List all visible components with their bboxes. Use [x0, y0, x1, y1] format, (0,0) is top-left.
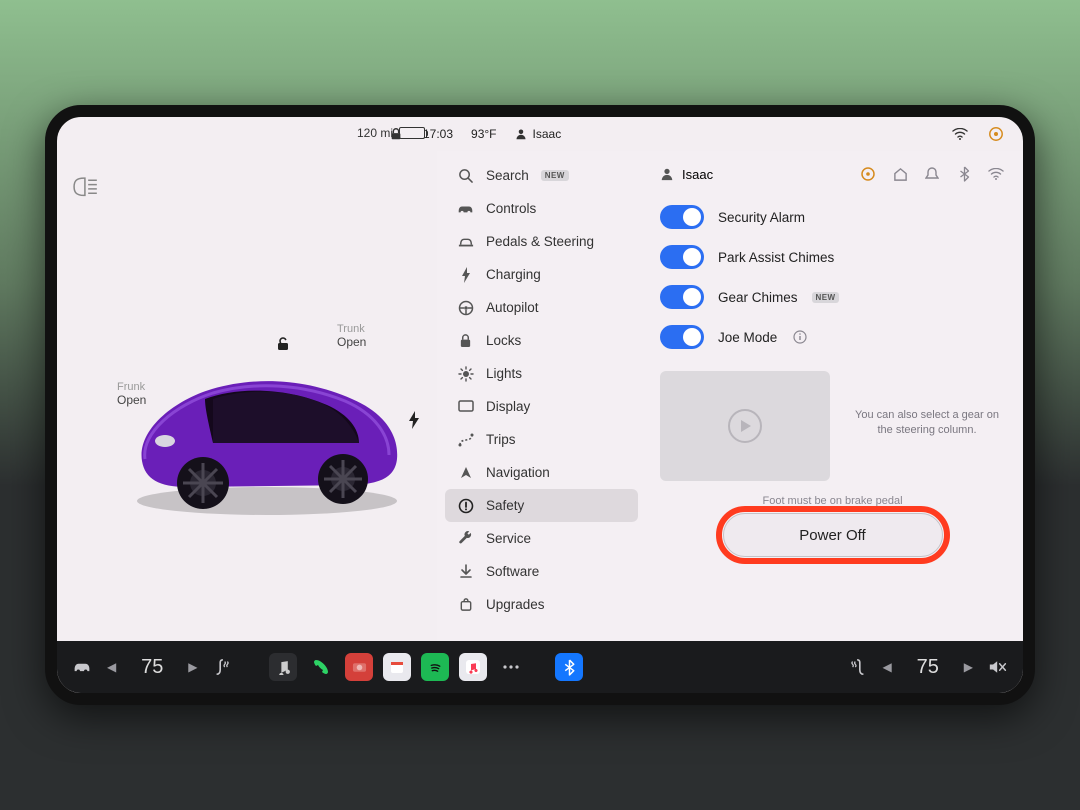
menu-search[interactable]: Search NEW	[445, 159, 638, 192]
toggle-switch[interactable]	[660, 285, 704, 309]
seat-heat-left-icon[interactable]	[213, 658, 231, 676]
menu-pedals[interactable]: Pedals & Steering	[445, 225, 638, 258]
new-badge: NEW	[812, 292, 840, 303]
touchscreen: 120 mi 17:03 93°F Isaac Frunk Open	[45, 105, 1035, 705]
user-chip[interactable]: Isaac	[515, 127, 562, 141]
wrench-icon	[457, 530, 474, 547]
battery-icon	[399, 127, 425, 139]
profile-chip[interactable]: Isaac	[660, 167, 713, 182]
temp-down-left[interactable]: ◀	[101, 660, 122, 674]
temp-down-right[interactable]: ◀	[877, 660, 898, 674]
car-icon	[457, 200, 474, 217]
app-bluetooth[interactable]	[555, 653, 583, 681]
safety-detail: Isaac Security Alarm Park Assist Chimes	[642, 151, 1023, 641]
sentry-icon[interactable]	[987, 125, 1005, 143]
wifi-mini-icon[interactable]	[987, 165, 1005, 183]
steering-icon	[457, 233, 474, 250]
menu-lights[interactable]: Lights	[445, 357, 638, 390]
temp-left[interactable]: 75	[132, 656, 172, 679]
dock-car-icon[interactable]	[73, 658, 91, 676]
status-bar: 17:03 93°F Isaac	[57, 117, 1023, 151]
display-icon	[457, 398, 474, 415]
toggle-joe-mode[interactable]: Joe Mode	[660, 325, 1005, 349]
nav-icon	[457, 464, 474, 481]
trunk-label[interactable]: Trunk Open	[337, 323, 366, 349]
unlock-icon[interactable]	[275, 336, 291, 352]
search-icon	[457, 167, 474, 184]
menu-locks[interactable]: Locks	[445, 324, 638, 357]
car-visualization[interactable]: Frunk Open Trunk Open	[57, 151, 437, 641]
volume-mute-icon[interactable]	[989, 658, 1007, 676]
app-camera[interactable]	[345, 653, 373, 681]
seat-heat-right-icon[interactable]	[849, 658, 867, 676]
download-icon	[457, 563, 474, 580]
menu-navigation[interactable]: Navigation	[445, 456, 638, 489]
toggle-switch[interactable]	[660, 205, 704, 229]
app-music[interactable]	[269, 653, 297, 681]
car-render	[117, 351, 417, 521]
menu-safety[interactable]: Safety	[445, 489, 638, 522]
settings-menu: Search NEW Controls Pedals & Steering Ch…	[437, 151, 642, 641]
toggle-switch[interactable]	[660, 325, 704, 349]
brake-note: Foot must be on brake pedal	[660, 495, 1005, 507]
settings-panel: Search NEW Controls Pedals & Steering Ch…	[437, 151, 1023, 641]
toggle-gear-chimes[interactable]: Gear Chimes NEW	[660, 285, 1005, 309]
route-icon	[457, 431, 474, 448]
toggle-switch[interactable]	[660, 245, 704, 269]
temp-up-right[interactable]: ▶	[958, 660, 979, 674]
menu-upgrades[interactable]: Upgrades	[445, 588, 638, 621]
bolt-icon	[457, 266, 474, 283]
temp-right[interactable]: 75	[908, 656, 948, 679]
app-spotify[interactable]	[421, 653, 449, 681]
toggle-park-assist[interactable]: Park Assist Chimes	[660, 245, 1005, 269]
temp-up-left[interactable]: ▶	[182, 660, 203, 674]
bottom-dock: ◀ 75 ▶ ◀ 75 ▶	[57, 641, 1023, 693]
menu-charging[interactable]: Charging	[445, 258, 638, 291]
menu-service[interactable]: Service	[445, 522, 638, 555]
info-icon[interactable]	[791, 328, 809, 346]
menu-autopilot[interactable]: Autopilot	[445, 291, 638, 324]
alert-icon	[457, 497, 474, 514]
wifi-icon[interactable]	[951, 125, 969, 143]
lock-icon	[457, 332, 474, 349]
range-text: 120 mi	[357, 126, 393, 140]
app-more[interactable]	[497, 653, 525, 681]
range-indicator[interactable]: 120 mi	[357, 126, 425, 140]
bluetooth-icon[interactable]	[955, 165, 973, 183]
menu-display[interactable]: Display	[445, 390, 638, 423]
sentry-mini-icon[interactable]	[859, 165, 877, 183]
menu-trips[interactable]: Trips	[445, 423, 638, 456]
power-off-button[interactable]: Power Off	[723, 513, 943, 557]
new-badge: NEW	[541, 170, 569, 181]
user-name: Isaac	[533, 127, 562, 141]
bag-icon	[457, 596, 474, 613]
menu-controls[interactable]: Controls	[445, 192, 638, 225]
wheel-icon	[457, 299, 474, 316]
gear-diagram	[660, 371, 830, 481]
gear-help-text: You can also select a gear on the steeri…	[852, 408, 1002, 439]
outside-temp[interactable]: 93°F	[471, 127, 496, 141]
app-calendar[interactable]	[383, 653, 411, 681]
app-phone[interactable]	[307, 653, 335, 681]
light-icon	[457, 365, 474, 382]
bell-icon[interactable]	[923, 165, 941, 183]
toggle-security-alarm[interactable]: Security Alarm	[660, 205, 1005, 229]
menu-software[interactable]: Software	[445, 555, 638, 588]
app-apple-music[interactable]	[459, 653, 487, 681]
home-icon[interactable]	[891, 165, 909, 183]
